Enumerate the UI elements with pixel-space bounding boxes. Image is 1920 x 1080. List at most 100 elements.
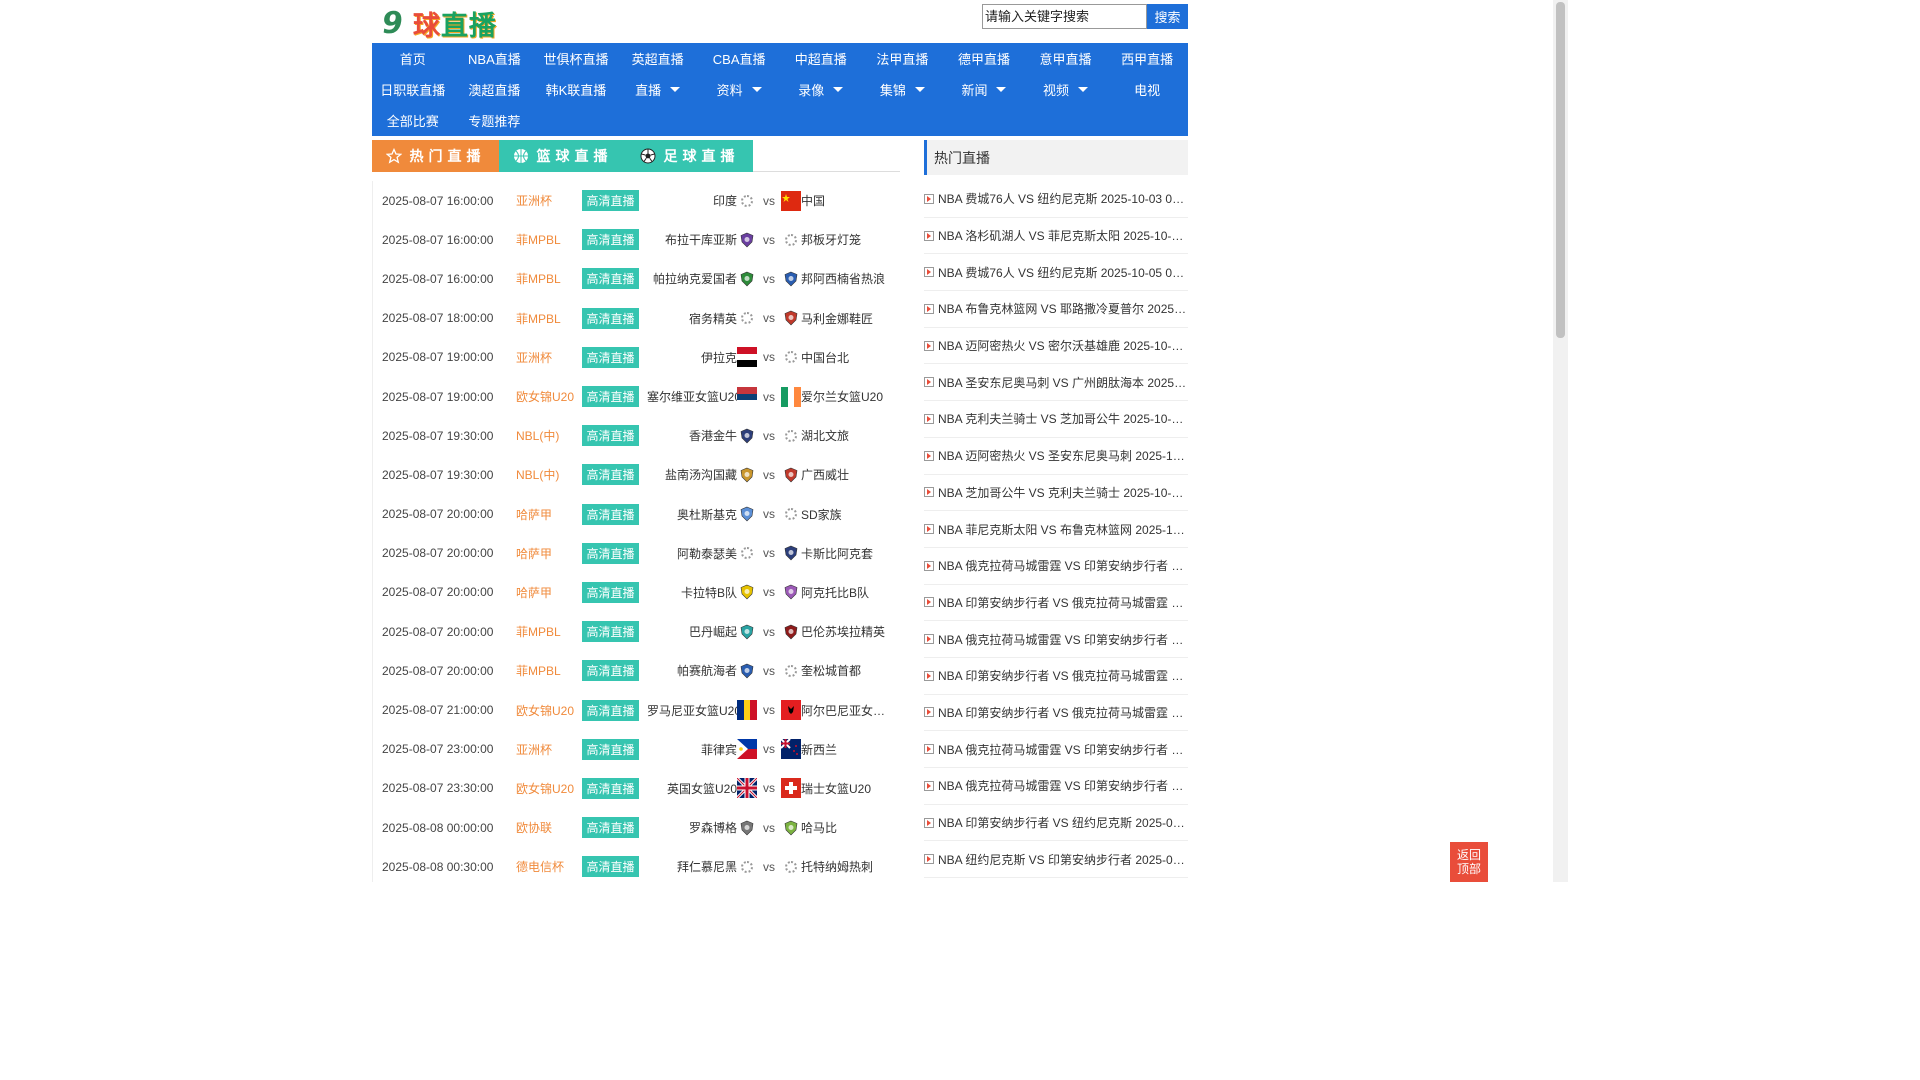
hot-live-item[interactable]: NBA 芝加哥公牛 VS 克利夫兰骑士 2025-10-10 08:00:00 bbox=[924, 475, 1188, 512]
nav-item[interactable]: NBA直播 bbox=[454, 43, 536, 74]
match-league[interactable]: NBL(中) bbox=[516, 466, 582, 483]
hot-live-item[interactable]: NBA 印第安纳步行者 VS 俄克拉荷马城雷霆 2025-06-14 08:30… bbox=[924, 658, 1188, 695]
nav-item[interactable]: 西甲直播 bbox=[1106, 43, 1188, 74]
home-team[interactable]: 印度 bbox=[647, 192, 737, 209]
hot-live-item[interactable]: NBA 俄克拉荷马城雷霆 VS 印第安纳步行者 2025-06-06 08:30… bbox=[924, 548, 1188, 585]
home-team[interactable]: 宿务精英 bbox=[647, 310, 737, 327]
home-team[interactable]: 阿勒泰瑟美 bbox=[647, 545, 737, 562]
home-team[interactable]: 罗森博格 bbox=[647, 819, 737, 836]
hd-live-button[interactable]: 高清直播 bbox=[582, 738, 639, 760]
hot-live-item[interactable]: NBA 印第安纳步行者 VS 俄克拉荷马城雷霆 2025-06-17 08:30… bbox=[924, 695, 1188, 732]
away-team[interactable]: 阿克托比B队 bbox=[801, 584, 887, 601]
match-league[interactable]: 欧协联 bbox=[516, 819, 582, 836]
hot-live-link[interactable]: NBA 俄克拉荷马城雷霆 VS 印第安纳步行者 2025-06-23 08:00… bbox=[938, 777, 1188, 794]
hot-live-item[interactable]: NBA 俄克拉荷马城雷霆 VS 印第安纳步行者 2025-06-23 08:00… bbox=[924, 768, 1188, 805]
hot-live-item[interactable]: NBA 俄克拉荷马城雷霆 VS 印第安纳步行者 2025-06-20 08:30… bbox=[924, 731, 1188, 768]
match-league[interactable]: NBL(中) bbox=[516, 427, 582, 444]
hd-live-button[interactable]: 高清直播 bbox=[582, 856, 639, 878]
nav-item[interactable]: 视频 bbox=[1025, 74, 1107, 105]
nav-item[interactable]: 集锦 bbox=[862, 74, 944, 105]
away-team[interactable]: 马利金娜鞋匠 bbox=[801, 310, 887, 327]
match-league[interactable]: 菲MPBL bbox=[516, 270, 582, 287]
match-league[interactable]: 亚洲杯 bbox=[516, 192, 582, 209]
hd-live-button[interactable]: 高清直播 bbox=[582, 817, 639, 839]
nav-item[interactable]: 中超直播 bbox=[780, 43, 862, 74]
hot-live-link[interactable]: NBA 印第安纳步行者 VS 俄克拉荷马城雷霆 2025-06-17 08:30… bbox=[938, 704, 1188, 721]
home-team[interactable]: 英国女篮U20 bbox=[647, 780, 737, 797]
hot-live-link[interactable]: NBA 菲尼克斯太阳 VS 布鲁克林篮网 2025-10-10 10:00:00 bbox=[938, 521, 1188, 538]
match-league[interactable]: 亚洲杯 bbox=[516, 741, 582, 758]
away-team[interactable]: 新西兰 bbox=[801, 741, 887, 758]
match-league[interactable]: 亚洲杯 bbox=[516, 349, 582, 366]
hot-live-link[interactable]: NBA 洛杉矶湖人 VS 菲尼克斯太阳 2025-10-04 10:00:00 bbox=[938, 227, 1188, 244]
hot-live-link[interactable]: NBA 克利夫兰骑士 VS 芝加哥公牛 2025-10-08 08:00:00 bbox=[938, 410, 1188, 427]
away-team[interactable]: 托特纳姆热刺 bbox=[801, 858, 887, 875]
nav-item[interactable]: 直播 bbox=[617, 74, 699, 105]
hd-live-button[interactable]: 高清直播 bbox=[582, 386, 639, 408]
hot-live-link[interactable]: NBA 费城76人 VS 纽约尼克斯 2025-10-05 00:00:00 bbox=[938, 264, 1188, 281]
home-team[interactable]: 塞尔维亚女篮U20 bbox=[647, 388, 737, 405]
hot-live-link[interactable]: NBA 俄克拉荷马城雷霆 VS 印第安纳步行者 2025-06-20 08:30… bbox=[938, 741, 1188, 758]
away-team[interactable]: 奎松城首都 bbox=[801, 662, 887, 679]
away-team[interactable]: SD家族 bbox=[801, 506, 887, 523]
hd-live-button[interactable]: 高清直播 bbox=[582, 621, 639, 643]
hd-live-button[interactable]: 高清直播 bbox=[582, 229, 639, 251]
match-league[interactable]: 哈萨甲 bbox=[516, 584, 582, 601]
tab-hot-live[interactable]: 热门直播 bbox=[372, 140, 499, 172]
home-team[interactable]: 盐南汤沟国藏 bbox=[647, 466, 737, 483]
hot-live-item[interactable]: NBA 菲尼克斯太阳 VS 布鲁克林篮网 2025-10-10 10:00:00 bbox=[924, 511, 1188, 548]
hd-live-button[interactable]: 高清直播 bbox=[582, 777, 639, 799]
hot-live-link[interactable]: NBA 俄克拉荷马城雷霆 VS 印第安纳步行者 2025-06-06 08:30… bbox=[938, 557, 1188, 574]
tab-basketball-live[interactable]: 篮球直播 bbox=[499, 140, 626, 172]
home-team[interactable]: 巴丹崛起 bbox=[647, 623, 737, 640]
away-team[interactable]: 卡斯比阿克套 bbox=[801, 545, 887, 562]
hot-live-item[interactable]: NBA 俄克拉荷马城雷霆 VS 印第安纳步行者 2025-06-12 08:30… bbox=[924, 621, 1188, 658]
nav-item[interactable]: 日职联直播 bbox=[372, 74, 454, 105]
away-team[interactable]: 爱尔兰女篮U20 bbox=[801, 388, 887, 405]
away-team[interactable]: 广西威壮 bbox=[801, 466, 887, 483]
home-team[interactable]: 菲律宾 bbox=[647, 741, 737, 758]
away-team[interactable]: 中国台北 bbox=[801, 349, 887, 366]
hot-live-link[interactable]: NBA 印第安纳步行者 VS 纽约尼克斯 2025-06-01 08:00:00 bbox=[938, 814, 1188, 831]
hot-live-item[interactable]: NBA 纽约尼克斯 VS 印第安纳步行者 2025-05-30 08:00:00 bbox=[924, 841, 1188, 879]
away-team[interactable]: 巴伦苏埃拉精英 bbox=[801, 623, 887, 640]
nav-item[interactable]: 法甲直播 bbox=[862, 43, 944, 74]
nav-item[interactable]: 澳超直播 bbox=[454, 74, 536, 105]
away-team[interactable]: 阿尔巴尼亚女篮U20 bbox=[801, 702, 887, 719]
nav-item[interactable]: 世俱杯直播 bbox=[535, 43, 617, 74]
nav-item[interactable]: 全部比赛 bbox=[372, 105, 454, 136]
tab-football-live[interactable]: 足球直播 bbox=[626, 140, 753, 172]
home-team[interactable]: 布拉干库亚斯 bbox=[647, 231, 737, 248]
away-team[interactable]: 邦阿西楠省热浪 bbox=[801, 270, 887, 287]
hot-live-link[interactable]: NBA 布鲁克林篮网 VS 耶路撒冷夏普尔 2025-10-06 00:00:0… bbox=[938, 300, 1188, 317]
nav-item[interactable]: 首页 bbox=[372, 43, 454, 74]
back-to-top-button[interactable]: 返回 顶部 bbox=[1450, 842, 1488, 882]
hot-live-item[interactable]: NBA 迈阿密热火 VS 密尔沃基雄鹿 2025-10-07 07:30:00 bbox=[924, 328, 1188, 365]
home-team[interactable]: 帕赛航海者 bbox=[647, 662, 737, 679]
match-league[interactable]: 德电信杯 bbox=[516, 858, 582, 875]
hot-live-item[interactable]: NBA 迈阿密热火 VS 圣安东尼奥马刺 2025-10-09 07:30:00 bbox=[924, 438, 1188, 475]
hd-live-button[interactable]: 高清直播 bbox=[582, 660, 639, 682]
match-league[interactable]: 欧女锦U20 bbox=[516, 388, 582, 405]
nav-item[interactable]: 录像 bbox=[780, 74, 862, 105]
hd-live-button[interactable]: 高清直播 bbox=[582, 464, 639, 486]
hot-live-link[interactable]: NBA 迈阿密热火 VS 圣安东尼奥马刺 2025-10-09 07:30:00 bbox=[938, 447, 1188, 464]
away-team[interactable]: 中国 bbox=[801, 192, 887, 209]
away-team[interactable]: 邦板牙灯笼 bbox=[801, 231, 887, 248]
hd-live-button[interactable]: 高清直播 bbox=[582, 542, 639, 564]
search-button[interactable]: 搜索 bbox=[1147, 4, 1188, 29]
nav-item[interactable]: 新闻 bbox=[943, 74, 1025, 105]
scrollbar-thumb[interactable] bbox=[1556, 2, 1565, 338]
page-scrollbar[interactable] bbox=[1553, 0, 1568, 882]
hot-live-link[interactable]: NBA 纽约尼克斯 VS 印第安纳步行者 2025-05-30 08:00:00 bbox=[938, 851, 1188, 868]
hd-live-button[interactable]: 高清直播 bbox=[582, 699, 639, 721]
match-league[interactable]: 菲MPBL bbox=[516, 231, 582, 248]
hot-live-item[interactable]: NBA 圣安东尼奥马刺 VS 广州朗肽海本 2025-10-08 08:00:0… bbox=[924, 364, 1188, 402]
home-team[interactable]: 帕拉纳克爱国者 bbox=[647, 270, 737, 287]
hot-live-link[interactable]: NBA 印第安纳步行者 VS 俄克拉荷马城雷霆 2025-06-14 08:30… bbox=[938, 667, 1188, 684]
hd-live-button[interactable]: 高清直播 bbox=[582, 190, 639, 212]
home-team[interactable]: 香港金牛 bbox=[647, 427, 737, 444]
hot-live-link[interactable]: NBA 迈阿密热火 VS 密尔沃基雄鹿 2025-10-07 07:30:00 bbox=[938, 337, 1188, 354]
nav-item[interactable]: CBA直播 bbox=[698, 43, 780, 74]
home-team[interactable]: 罗马尼亚女篮U20 bbox=[647, 702, 737, 719]
